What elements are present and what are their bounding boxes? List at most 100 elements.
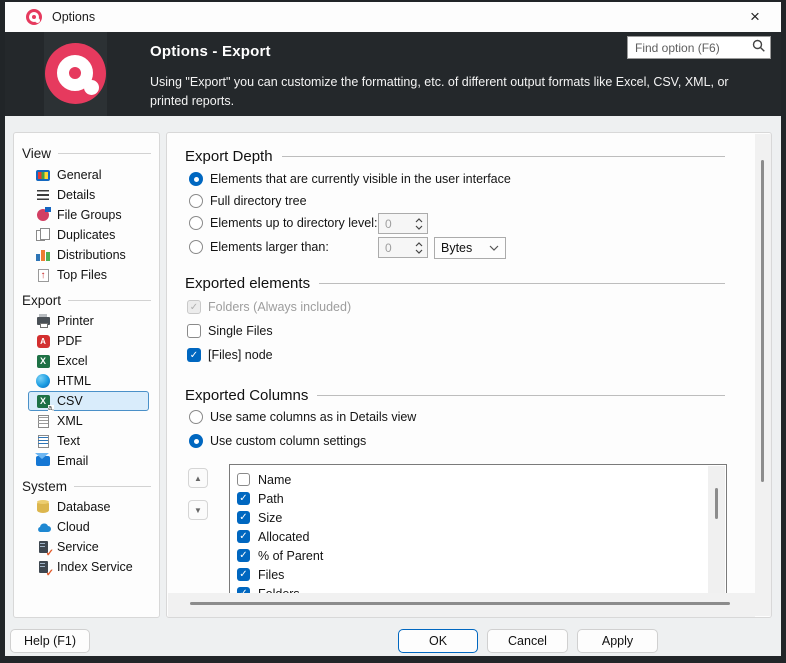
sidebar-item-service[interactable]: Service: [28, 537, 149, 557]
top-files-icon: [37, 268, 49, 282]
search-placeholder: Find option (F6): [635, 40, 720, 55]
radio-selected-icon[interactable]: [189, 172, 203, 186]
sidebar-item-database[interactable]: Database: [28, 497, 149, 517]
apply-button[interactable]: Apply: [577, 629, 658, 653]
column-row-name[interactable]: Name: [230, 470, 726, 489]
checkbox-unchecked-icon[interactable]: [237, 473, 250, 486]
column-list-scrollbar-thumb[interactable]: [715, 488, 718, 519]
dropdown-value: Bytes: [441, 241, 473, 255]
search-icon[interactable]: [752, 39, 765, 57]
content-vertical-scrollbar[interactable]: [755, 134, 771, 616]
sidebar-item-file-groups[interactable]: File Groups: [28, 205, 149, 225]
sidebar-item-label: Details: [57, 188, 96, 202]
window-border-top: [0, 0, 786, 2]
spinner-down-icon[interactable]: [415, 249, 423, 254]
radio-icon[interactable]: [189, 216, 203, 230]
sidebar-item-html[interactable]: HTML: [28, 371, 149, 391]
file-groups-icon: [37, 209, 49, 221]
radio-selected-icon[interactable]: [189, 434, 203, 448]
column-row-path[interactable]: ✓ Path: [230, 489, 726, 508]
radio-icon[interactable]: [189, 194, 203, 208]
column-row-percent-of-parent[interactable]: ✓ % of Parent: [230, 546, 726, 565]
app-logo-icon: [26, 9, 42, 25]
checkbox-checked-icon[interactable]: ✓: [237, 530, 250, 543]
content-horizontal-scrollbar[interactable]: [168, 593, 755, 617]
radio-custom-columns[interactable]: Use custom column settings: [189, 430, 366, 452]
column-row-files[interactable]: ✓ Files: [230, 565, 726, 584]
checkbox-checked-icon[interactable]: ✓: [237, 568, 250, 581]
unit-dropdown[interactable]: Bytes: [434, 237, 506, 259]
sidebar-item-label: CSV: [57, 394, 83, 408]
checkbox-checked-icon[interactable]: ✓: [187, 348, 201, 362]
sidebar-section-export: Export: [22, 289, 151, 311]
sidebar-item-label: Text: [57, 434, 80, 448]
directory-level-spinner[interactable]: 0: [378, 213, 428, 234]
sidebar-item-label: HTML: [57, 374, 92, 388]
sidebar-item-label: Index Service: [57, 560, 133, 574]
database-icon: [37, 501, 49, 513]
section-export-depth: Export Depth: [185, 146, 725, 166]
radio-label: Elements that are currently visible in t…: [210, 172, 511, 186]
cloud-icon: [35, 519, 51, 535]
spinner-up-icon[interactable]: [415, 217, 423, 223]
sidebar-item-csv[interactable]: CSV: [28, 391, 149, 411]
section-title: Export Depth: [185, 147, 273, 165]
radio-icon[interactable]: [189, 410, 203, 424]
sidebar-item-printer[interactable]: Printer: [28, 311, 149, 331]
checkbox-files-node[interactable]: ✓ [Files] node: [187, 344, 273, 366]
checkbox-checked-icon[interactable]: ✓: [237, 511, 250, 524]
checkbox-checked-icon[interactable]: ✓: [237, 549, 250, 562]
checkbox-single-files[interactable]: Single Files: [187, 320, 273, 342]
spinner-down-icon[interactable]: [415, 225, 423, 230]
column-label: % of Parent: [258, 548, 324, 563]
checkbox-disabled-checked-icon: ✓: [187, 300, 201, 314]
sidebar-item-details[interactable]: Details: [28, 185, 149, 205]
cancel-button[interactable]: Cancel: [487, 629, 568, 653]
options-content-panel: Export Depth Elements that are currently…: [166, 132, 772, 618]
window-title: Options: [52, 10, 96, 24]
options-dialog: Options × Options - Export Using "Export…: [0, 0, 786, 663]
vertical-scrollbar-thumb[interactable]: [761, 160, 764, 482]
sidebar-item-label: Email: [57, 454, 89, 468]
column-row-allocated[interactable]: ✓ Allocated: [230, 527, 726, 546]
sidebar-item-distributions[interactable]: Distributions: [28, 245, 149, 265]
move-column-down-button[interactable]: ▼: [188, 500, 208, 520]
sidebar-item-cloud[interactable]: Cloud: [28, 517, 149, 537]
sidebar-item-top-files[interactable]: Top Files: [28, 265, 149, 285]
sidebar-item-pdf[interactable]: PDF: [28, 331, 149, 351]
help-button[interactable]: Help (F1): [10, 629, 90, 653]
checkbox-unchecked-icon[interactable]: [187, 324, 201, 338]
sidebar-item-general[interactable]: General: [28, 165, 149, 185]
horizontal-scrollbar-thumb[interactable]: [190, 602, 730, 605]
sidebar-item-email[interactable]: Email: [28, 451, 149, 471]
radio-label: Full directory tree: [210, 194, 307, 208]
radio-visible-elements[interactable]: Elements that are currently visible in t…: [189, 168, 511, 190]
sidebar-item-label: Duplicates: [57, 228, 116, 242]
radio-elements-up-to-level[interactable]: Elements up to directory level:: [189, 212, 377, 234]
section-label: View: [22, 145, 52, 161]
sidebar-item-duplicates[interactable]: Duplicates: [28, 225, 149, 245]
sidebar-item-label: General: [57, 168, 102, 182]
sidebar-item-text[interactable]: Text: [28, 431, 149, 451]
sidebar-item-index-service[interactable]: Index Service: [28, 557, 149, 577]
checkbox-checked-icon[interactable]: ✓: [237, 492, 250, 505]
radio-elements-larger-than[interactable]: Elements larger than:: [189, 236, 329, 258]
move-column-up-button[interactable]: ▲: [188, 468, 208, 488]
size-threshold-spinner[interactable]: 0: [378, 237, 428, 258]
app-logo-large-icon: [45, 43, 106, 104]
sidebar-item-excel[interactable]: Excel: [28, 351, 149, 371]
radio-same-columns[interactable]: Use same columns as in Details view: [189, 406, 416, 428]
radio-icon[interactable]: [189, 240, 203, 254]
column-row-size[interactable]: ✓ Size: [230, 508, 726, 527]
email-icon: [36, 456, 50, 466]
close-button[interactable]: ×: [735, 2, 775, 32]
sidebar-item-label: Top Files: [57, 268, 108, 282]
sidebar-item-xml[interactable]: XML: [28, 411, 149, 431]
section-title: Exported Columns: [185, 386, 309, 404]
spinner-up-icon[interactable]: [415, 241, 423, 247]
radio-full-directory-tree[interactable]: Full directory tree: [189, 190, 307, 212]
column-list-scrollbar[interactable]: [708, 466, 725, 593]
find-option-input[interactable]: Find option (F6): [627, 36, 771, 59]
title-bar[interactable]: Options ×: [5, 2, 781, 32]
ok-button[interactable]: OK: [398, 629, 478, 653]
